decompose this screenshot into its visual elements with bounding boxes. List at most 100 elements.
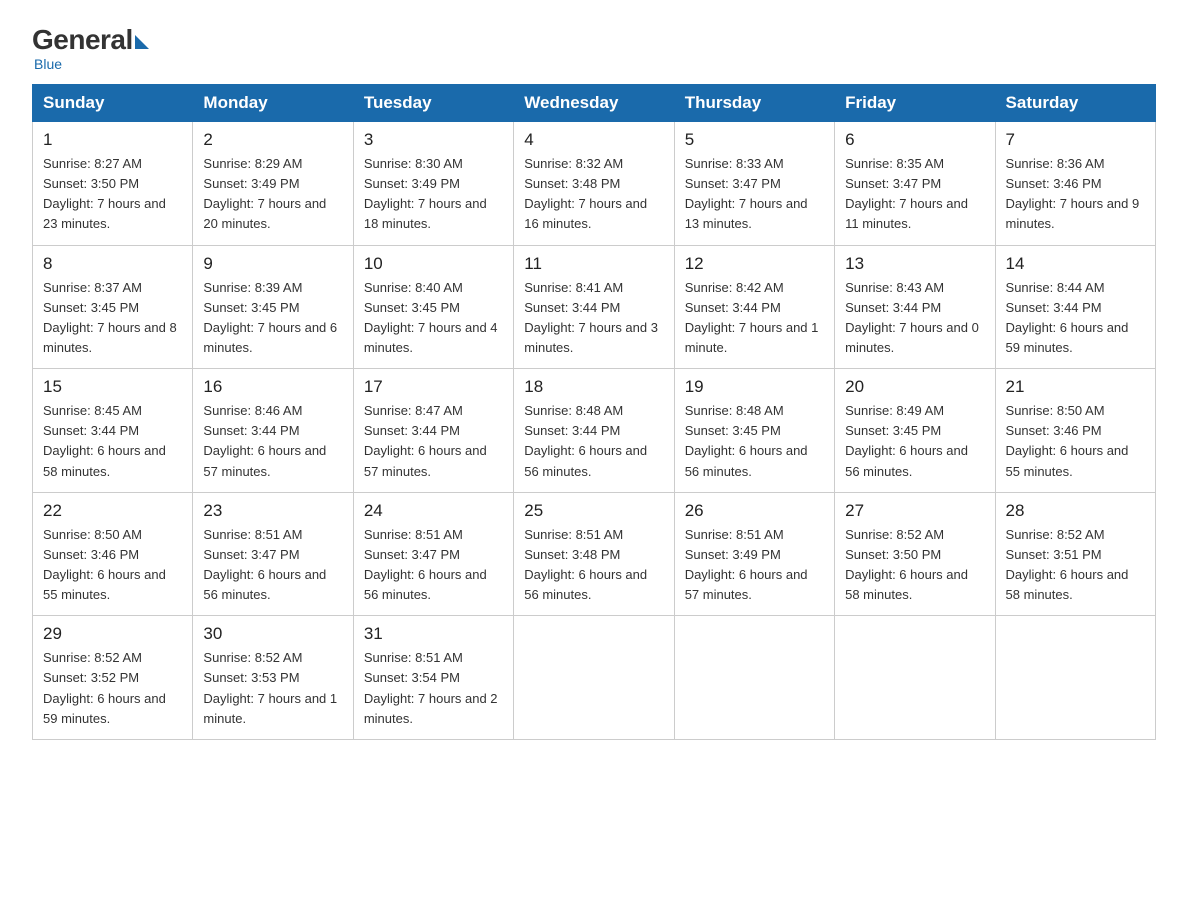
day-number: 8 [43, 254, 182, 274]
calendar-cell: 22 Sunrise: 8:50 AMSunset: 3:46 PMDaylig… [33, 492, 193, 616]
calendar-cell: 10 Sunrise: 8:40 AMSunset: 3:45 PMDaylig… [353, 245, 513, 369]
day-number: 4 [524, 130, 663, 150]
calendar-cell: 24 Sunrise: 8:51 AMSunset: 3:47 PMDaylig… [353, 492, 513, 616]
day-number: 7 [1006, 130, 1145, 150]
logo-general-text: General [32, 24, 133, 56]
calendar-cell: 8 Sunrise: 8:37 AMSunset: 3:45 PMDayligh… [33, 245, 193, 369]
day-number: 31 [364, 624, 503, 644]
week-row-3: 15 Sunrise: 8:45 AMSunset: 3:44 PMDaylig… [33, 369, 1156, 493]
col-header-tuesday: Tuesday [353, 85, 513, 122]
day-number: 11 [524, 254, 663, 274]
day-info: Sunrise: 8:40 AMSunset: 3:45 PMDaylight:… [364, 278, 503, 359]
day-number: 19 [685, 377, 824, 397]
calendar-cell: 1 Sunrise: 8:27 AMSunset: 3:50 PMDayligh… [33, 122, 193, 246]
day-number: 13 [845, 254, 984, 274]
day-info: Sunrise: 8:48 AMSunset: 3:44 PMDaylight:… [524, 401, 663, 482]
calendar-cell: 3 Sunrise: 8:30 AMSunset: 3:49 PMDayligh… [353, 122, 513, 246]
calendar-cell: 19 Sunrise: 8:48 AMSunset: 3:45 PMDaylig… [674, 369, 834, 493]
day-info: Sunrise: 8:44 AMSunset: 3:44 PMDaylight:… [1006, 278, 1145, 359]
calendar-cell: 17 Sunrise: 8:47 AMSunset: 3:44 PMDaylig… [353, 369, 513, 493]
day-info: Sunrise: 8:29 AMSunset: 3:49 PMDaylight:… [203, 154, 342, 235]
col-header-thursday: Thursday [674, 85, 834, 122]
calendar-cell: 15 Sunrise: 8:45 AMSunset: 3:44 PMDaylig… [33, 369, 193, 493]
day-info: Sunrise: 8:46 AMSunset: 3:44 PMDaylight:… [203, 401, 342, 482]
calendar-cell: 28 Sunrise: 8:52 AMSunset: 3:51 PMDaylig… [995, 492, 1155, 616]
day-info: Sunrise: 8:52 AMSunset: 3:50 PMDaylight:… [845, 525, 984, 606]
day-info: Sunrise: 8:35 AMSunset: 3:47 PMDaylight:… [845, 154, 984, 235]
col-header-wednesday: Wednesday [514, 85, 674, 122]
day-info: Sunrise: 8:51 AMSunset: 3:47 PMDaylight:… [203, 525, 342, 606]
day-info: Sunrise: 8:50 AMSunset: 3:46 PMDaylight:… [1006, 401, 1145, 482]
day-number: 18 [524, 377, 663, 397]
day-number: 28 [1006, 501, 1145, 521]
day-number: 20 [845, 377, 984, 397]
day-number: 2 [203, 130, 342, 150]
calendar-cell: 13 Sunrise: 8:43 AMSunset: 3:44 PMDaylig… [835, 245, 995, 369]
week-row-1: 1 Sunrise: 8:27 AMSunset: 3:50 PMDayligh… [33, 122, 1156, 246]
day-info: Sunrise: 8:45 AMSunset: 3:44 PMDaylight:… [43, 401, 182, 482]
calendar-cell: 21 Sunrise: 8:50 AMSunset: 3:46 PMDaylig… [995, 369, 1155, 493]
col-header-saturday: Saturday [995, 85, 1155, 122]
week-row-5: 29 Sunrise: 8:52 AMSunset: 3:52 PMDaylig… [33, 616, 1156, 740]
day-info: Sunrise: 8:51 AMSunset: 3:54 PMDaylight:… [364, 648, 503, 729]
calendar-cell: 6 Sunrise: 8:35 AMSunset: 3:47 PMDayligh… [835, 122, 995, 246]
calendar-cell: 2 Sunrise: 8:29 AMSunset: 3:49 PMDayligh… [193, 122, 353, 246]
day-info: Sunrise: 8:30 AMSunset: 3:49 PMDaylight:… [364, 154, 503, 235]
day-number: 17 [364, 377, 503, 397]
day-info: Sunrise: 8:51 AMSunset: 3:49 PMDaylight:… [685, 525, 824, 606]
day-number: 30 [203, 624, 342, 644]
logo-subtitle: Blue [34, 56, 62, 72]
day-number: 9 [203, 254, 342, 274]
logo: General Blue [32, 24, 153, 72]
calendar-cell: 5 Sunrise: 8:33 AMSunset: 3:47 PMDayligh… [674, 122, 834, 246]
day-info: Sunrise: 8:49 AMSunset: 3:45 PMDaylight:… [845, 401, 984, 482]
calendar-cell [674, 616, 834, 740]
day-number: 14 [1006, 254, 1145, 274]
calendar-cell: 7 Sunrise: 8:36 AMSunset: 3:46 PMDayligh… [995, 122, 1155, 246]
day-info: Sunrise: 8:33 AMSunset: 3:47 PMDaylight:… [685, 154, 824, 235]
day-number: 27 [845, 501, 984, 521]
day-info: Sunrise: 8:51 AMSunset: 3:47 PMDaylight:… [364, 525, 503, 606]
calendar-cell [995, 616, 1155, 740]
week-row-4: 22 Sunrise: 8:50 AMSunset: 3:46 PMDaylig… [33, 492, 1156, 616]
calendar-cell: 26 Sunrise: 8:51 AMSunset: 3:49 PMDaylig… [674, 492, 834, 616]
calendar-cell: 11 Sunrise: 8:41 AMSunset: 3:44 PMDaylig… [514, 245, 674, 369]
day-number: 24 [364, 501, 503, 521]
day-info: Sunrise: 8:48 AMSunset: 3:45 PMDaylight:… [685, 401, 824, 482]
calendar-cell: 23 Sunrise: 8:51 AMSunset: 3:47 PMDaylig… [193, 492, 353, 616]
day-number: 21 [1006, 377, 1145, 397]
col-header-sunday: Sunday [33, 85, 193, 122]
day-number: 12 [685, 254, 824, 274]
calendar-cell: 9 Sunrise: 8:39 AMSunset: 3:45 PMDayligh… [193, 245, 353, 369]
calendar-cell: 4 Sunrise: 8:32 AMSunset: 3:48 PMDayligh… [514, 122, 674, 246]
day-info: Sunrise: 8:52 AMSunset: 3:52 PMDaylight:… [43, 648, 182, 729]
day-info: Sunrise: 8:41 AMSunset: 3:44 PMDaylight:… [524, 278, 663, 359]
calendar-table: SundayMondayTuesdayWednesdayThursdayFrid… [32, 84, 1156, 740]
calendar-cell: 12 Sunrise: 8:42 AMSunset: 3:44 PMDaylig… [674, 245, 834, 369]
day-info: Sunrise: 8:52 AMSunset: 3:53 PMDaylight:… [203, 648, 342, 729]
col-header-friday: Friday [835, 85, 995, 122]
day-number: 23 [203, 501, 342, 521]
calendar-cell [514, 616, 674, 740]
day-number: 6 [845, 130, 984, 150]
day-number: 15 [43, 377, 182, 397]
day-number: 25 [524, 501, 663, 521]
col-header-monday: Monday [193, 85, 353, 122]
day-info: Sunrise: 8:51 AMSunset: 3:48 PMDaylight:… [524, 525, 663, 606]
day-number: 3 [364, 130, 503, 150]
day-number: 1 [43, 130, 182, 150]
day-info: Sunrise: 8:52 AMSunset: 3:51 PMDaylight:… [1006, 525, 1145, 606]
calendar-cell: 18 Sunrise: 8:48 AMSunset: 3:44 PMDaylig… [514, 369, 674, 493]
day-info: Sunrise: 8:39 AMSunset: 3:45 PMDaylight:… [203, 278, 342, 359]
calendar-cell: 20 Sunrise: 8:49 AMSunset: 3:45 PMDaylig… [835, 369, 995, 493]
day-info: Sunrise: 8:47 AMSunset: 3:44 PMDaylight:… [364, 401, 503, 482]
day-number: 26 [685, 501, 824, 521]
page-header: General Blue [32, 24, 1156, 72]
day-number: 22 [43, 501, 182, 521]
day-number: 5 [685, 130, 824, 150]
calendar-cell: 29 Sunrise: 8:52 AMSunset: 3:52 PMDaylig… [33, 616, 193, 740]
calendar-cell: 16 Sunrise: 8:46 AMSunset: 3:44 PMDaylig… [193, 369, 353, 493]
calendar-cell: 30 Sunrise: 8:52 AMSunset: 3:53 PMDaylig… [193, 616, 353, 740]
day-info: Sunrise: 8:27 AMSunset: 3:50 PMDaylight:… [43, 154, 182, 235]
day-info: Sunrise: 8:37 AMSunset: 3:45 PMDaylight:… [43, 278, 182, 359]
